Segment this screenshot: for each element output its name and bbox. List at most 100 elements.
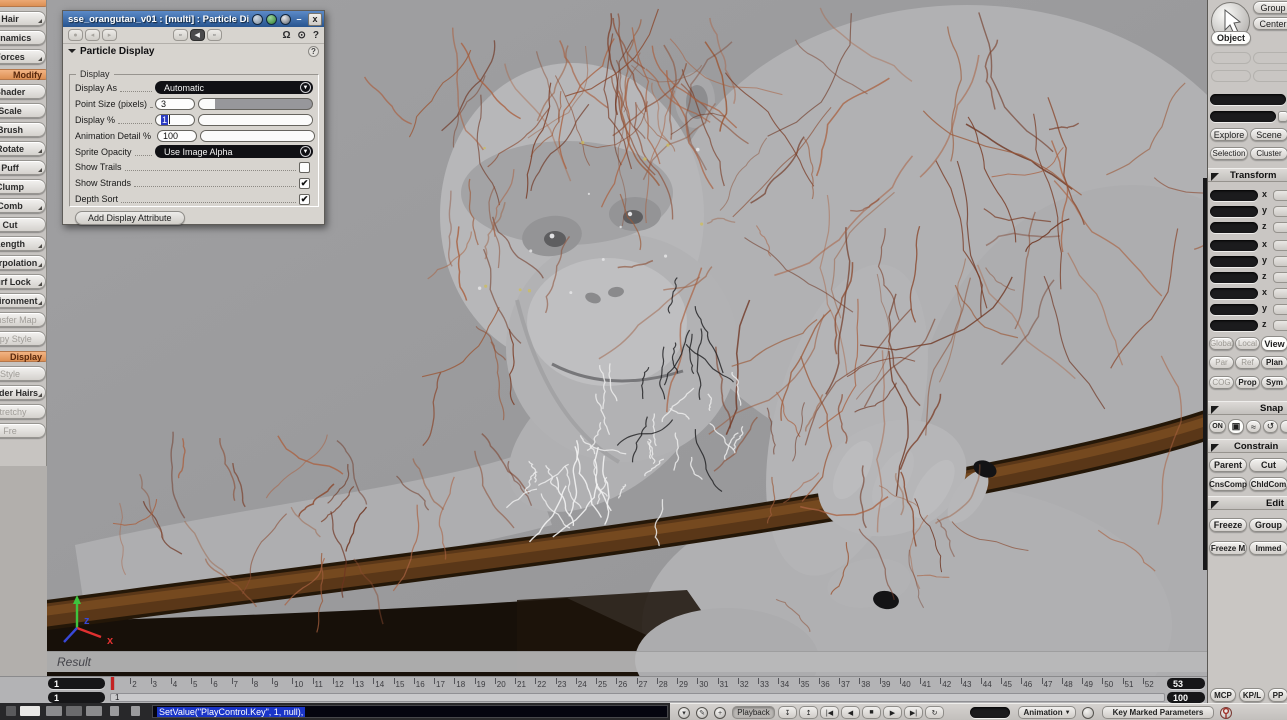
status-mini-button[interactable] xyxy=(20,706,40,716)
toolbar-button-interpolation[interactable]: Interpolation xyxy=(0,255,46,270)
nav-left-icon[interactable]: ◀ xyxy=(189,29,205,41)
selection-text-field[interactable] xyxy=(1210,94,1286,105)
toolbar-button-forces[interactable]: Forces xyxy=(0,49,46,64)
section-help-icon[interactable]: ? xyxy=(308,45,319,57)
cnscomp-button[interactable]: CnsComp xyxy=(1209,477,1247,491)
chldcomp-button[interactable]: ChldCom xyxy=(1249,477,1287,491)
snap-curve-icon[interactable]: ≈ xyxy=(1246,420,1261,433)
snap-extra-icon[interactable] xyxy=(1280,420,1287,433)
freeze-m-button[interactable]: Freeze M xyxy=(1209,541,1247,555)
toolbar-button-brush[interactable]: Brush xyxy=(0,122,46,137)
panel-tab-mcp[interactable]: MCP xyxy=(1210,688,1236,702)
loop-out-button[interactable]: ↥ xyxy=(799,706,818,719)
transform-x-field[interactable] xyxy=(1210,190,1258,201)
transform-z-field[interactable] xyxy=(1210,320,1258,331)
dialog-titlebar[interactable]: sse_orangutan_v01 : [multi] : Particle D… xyxy=(63,11,324,27)
status-mini-button[interactable] xyxy=(86,706,102,716)
toolbar-button-length[interactable]: Length xyxy=(0,236,46,251)
display-pct-input[interactable]: 1 xyxy=(155,113,195,126)
axis-option-button[interactable] xyxy=(1273,256,1287,267)
scene-button[interactable]: Scene xyxy=(1250,128,1287,141)
toolbar-button-style[interactable]: Style xyxy=(0,366,46,381)
view-button[interactable]: View xyxy=(1261,336,1287,351)
status-mini-button[interactable] xyxy=(110,706,119,716)
ref-button[interactable]: Ref xyxy=(1235,356,1260,369)
transform-x-field[interactable] xyxy=(1210,240,1258,251)
lock-icon[interactable] xyxy=(252,13,263,25)
filter-text-field[interactable] xyxy=(1210,111,1276,122)
transform-x-field[interactable] xyxy=(1210,288,1258,299)
axis-option-button[interactable] xyxy=(1273,304,1287,315)
first-frame-button[interactable]: |◀ xyxy=(820,706,839,719)
local-button[interactable]: Local xyxy=(1235,337,1260,350)
script-command-line[interactable]: SetValue("PlayControl.Key", 1, null), xyxy=(152,705,668,718)
explore-button[interactable]: Explore xyxy=(1210,128,1248,141)
page-up-icon[interactable]: ▫ xyxy=(172,29,188,41)
group-button[interactable]: Group xyxy=(1249,518,1287,532)
loop-in-button[interactable]: ↧ xyxy=(778,706,797,719)
show-strands-checkbox[interactable]: ✔ xyxy=(299,177,310,189)
constrain-header[interactable]: Constrain xyxy=(1208,439,1287,453)
toolbar-button-environment[interactable]: Environment xyxy=(0,293,46,308)
cut-button[interactable]: Cut xyxy=(1249,458,1287,472)
snap-on-toggle[interactable]: ON xyxy=(1209,420,1226,433)
toolbar-button-cut[interactable]: Cut xyxy=(0,217,46,232)
minimize-button[interactable]: – xyxy=(294,14,304,24)
options-gear-icon[interactable]: + xyxy=(714,707,726,719)
par-button[interactable]: Par xyxy=(1209,356,1234,369)
key-marked-parameters-button[interactable]: Key Marked Parameters xyxy=(1102,706,1214,719)
sprite-opacity-dropdown[interactable]: Use Image Alpha ▼ xyxy=(155,145,313,158)
recycle-icon[interactable] xyxy=(266,13,277,25)
toolbar-button-scale[interactable]: Scale xyxy=(0,103,46,118)
auto-key-icon[interactable] xyxy=(1082,707,1094,719)
camera-icon[interactable]: ⊙ xyxy=(298,30,306,41)
axis-option-button[interactable] xyxy=(1273,288,1287,299)
page-down-icon[interactable]: ▫ xyxy=(206,29,222,41)
keyframe-icon[interactable] xyxy=(280,13,291,25)
parent-button[interactable]: Parent xyxy=(1209,458,1247,472)
depth-sort-checkbox[interactable]: ✔ xyxy=(299,193,310,205)
toolbar-button-shader[interactable]: Shader xyxy=(0,84,46,99)
axis-option-button[interactable] xyxy=(1273,190,1287,201)
section-particle-display[interactable]: Particle Display ? xyxy=(63,44,324,58)
global-button[interactable]: Global xyxy=(1209,337,1234,350)
selection-button[interactable]: Selection xyxy=(1210,147,1248,160)
object-button[interactable]: Object xyxy=(1211,31,1251,45)
transform-y-field[interactable] xyxy=(1210,206,1258,217)
toolbar-button-rotate[interactable]: Rotate xyxy=(0,141,46,156)
add-display-attribute-button[interactable]: Add Display Attribute xyxy=(75,211,185,225)
axis-option-button[interactable] xyxy=(1273,206,1287,217)
point-size-slider[interactable] xyxy=(198,97,313,110)
script-icon[interactable]: ✎ xyxy=(696,707,708,719)
toolbar-button-copy-style[interactable]: Copy Style xyxy=(0,331,46,346)
axis-option-button[interactable] xyxy=(1273,320,1287,331)
close-button[interactable]: x xyxy=(308,12,322,26)
status-mini-button[interactable] xyxy=(66,706,82,716)
group-select-button[interactable]: Group xyxy=(1253,1,1287,14)
status-mini-button[interactable] xyxy=(131,706,140,716)
point-size-input[interactable]: 3 xyxy=(155,97,195,110)
freeze-button[interactable]: Freeze xyxy=(1209,518,1247,532)
panel-tab-pp[interactable]: PP xyxy=(1268,688,1287,702)
toolbar-button-hair[interactable]: Hair xyxy=(0,11,46,26)
transform-y-field[interactable] xyxy=(1210,256,1258,267)
play-button[interactable]: ▶ xyxy=(883,706,902,719)
toolbar-button-clump[interactable]: Clump xyxy=(0,179,46,194)
snap-header[interactable]: Snap xyxy=(1208,401,1287,415)
transform-z-field[interactable] xyxy=(1210,222,1258,233)
toolbar-button-transfer-map[interactable]: Transfer Map xyxy=(0,312,46,327)
current-frame-field[interactable]: 1 xyxy=(48,678,105,689)
axis-option-button[interactable] xyxy=(1273,240,1287,251)
toolbar-button-stretchy[interactable]: Stretchy xyxy=(0,404,46,419)
edit-header[interactable]: Edit xyxy=(1208,496,1287,510)
sym-button[interactable]: Sym xyxy=(1261,376,1287,389)
display-as-dropdown[interactable]: Automatic ▼ xyxy=(155,81,313,95)
last-frame-button[interactable]: ▶| xyxy=(904,706,923,719)
forward-arrow-icon[interactable]: ▸ xyxy=(102,29,117,41)
end-frame-field[interactable]: 53 xyxy=(1167,678,1205,689)
filter-nub-button[interactable] xyxy=(1278,111,1287,122)
anim-detail-input[interactable]: 100 xyxy=(157,129,198,142)
toolbar-button-puff[interactable]: Puff xyxy=(0,160,46,175)
display-pct-slider[interactable] xyxy=(198,113,313,126)
snap-grid-icon[interactable]: ↺ xyxy=(1263,420,1278,433)
